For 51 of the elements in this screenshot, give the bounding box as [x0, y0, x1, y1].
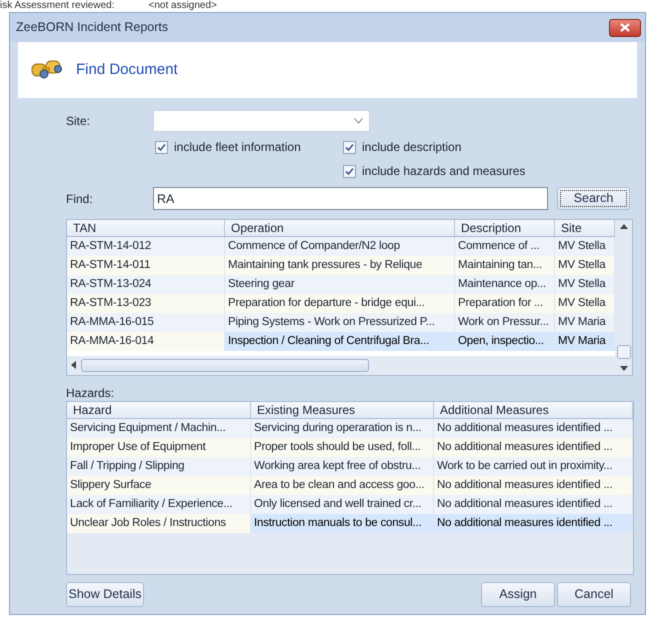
search-button[interactable]: Search	[557, 187, 630, 210]
column-header[interactable]: Additional Measures	[434, 402, 633, 418]
assign-button[interactable]: Assign	[481, 582, 555, 607]
table-row[interactable]: Unclear Job Roles / Instructions Instruction manuals to be consul... No additional measures identified ...	[67, 514, 633, 533]
table-cell: Open, inspectio...	[455, 332, 555, 351]
table-row[interactable]: RA-STM-14-011 Maintaining tank pressures - by Relique Maintaining tan... MV Stella	[67, 256, 615, 275]
table-cell: No additional measures identified ...	[434, 514, 633, 533]
table-row[interactable]: Improper Use of Equipment Proper tools should be used, foll... No additional measures identified ...	[67, 438, 633, 457]
table-cell: MV Maria	[555, 332, 615, 351]
table-row[interactable]: RA-STM-13-023 Preparation for departure - bridge equi... Preparation for ... MV Stella	[67, 294, 615, 313]
scroll-left-icon[interactable]	[71, 361, 77, 369]
table-row[interactable]: RA-MMA-16-014 Inspection / Cleaning of Centrifugal Bra... Open, inspectio... MV Maria	[67, 332, 615, 351]
scrollbar-thumb[interactable]	[616, 345, 630, 359]
check-icon	[345, 142, 354, 152]
table-row[interactable]: Slippery Surface Area to be clean and access goo... No additional measures identified ...	[67, 476, 633, 495]
table-row[interactable]: Lack of Familiarity / Experience... Only licensed and well trained cr... No additional measures identified ...	[67, 495, 633, 514]
checkbox[interactable]	[155, 140, 168, 154]
table-row[interactable]: Servicing Equipment / Machin... Servicing during operaration is n... No additional measures identified ...	[67, 419, 633, 438]
close-button[interactable]	[609, 18, 641, 36]
table-cell: Inspection / Cleaning of Centrifugal Bra...	[225, 332, 455, 351]
checkbox-label: include description	[362, 139, 462, 156]
table-row[interactable]: Fall / Tripping / Slipping Working area kept free of obstru... Work to be carried out in proximity...	[67, 457, 633, 476]
hazards-label: Hazards:	[66, 385, 116, 401]
window-title: ZeeBORN Incident Reports	[16, 19, 168, 36]
check-icon	[345, 166, 354, 176]
checkbox-label: include hazards and measures	[362, 163, 526, 180]
header-title: Find Document	[76, 60, 178, 80]
checkbox[interactable]	[343, 140, 356, 154]
find-label: Find:	[66, 190, 94, 208]
column-header[interactable]: Operation	[225, 220, 455, 236]
scroll-up-icon[interactable]	[620, 224, 628, 230]
scroll-down-icon[interactable]	[620, 365, 628, 371]
column-header[interactable]: TAN	[67, 220, 225, 236]
table-row[interactable]: RA-MMA-16-015 Piping Systems - Work on Pressurized P... Work on Pressur... MV Maria	[67, 313, 615, 332]
background-label: isk Assessment reviewed:	[0, 0, 114, 12]
cancel-button[interactable]: Cancel	[557, 582, 631, 607]
column-header[interactable]: Existing Measures	[251, 402, 434, 418]
column-header[interactable]: Hazard	[67, 402, 251, 418]
close-icon	[620, 23, 630, 32]
checkbox-label: include fleet information	[174, 139, 301, 156]
site-label: Site:	[66, 113, 92, 130]
find-input[interactable]: RA	[153, 187, 548, 210]
show-details-button[interactable]: Show Details	[66, 582, 144, 607]
background-value: <not assigned>	[148, 0, 217, 12]
chevron-down-icon	[354, 118, 363, 124]
table-row[interactable]: RA-STM-13-024 Steering gear Maintenance op... MV Stella	[67, 275, 615, 294]
checkbox[interactable]	[343, 164, 356, 178]
table-cell: Instruction manuals to be consul...	[251, 514, 434, 533]
table-row[interactable]: RA-STM-14-012 Commence of Compander/N2 loop Commence of ... MV Stella	[67, 237, 615, 256]
column-header[interactable]: Description	[455, 220, 555, 236]
check-icon	[157, 142, 166, 152]
